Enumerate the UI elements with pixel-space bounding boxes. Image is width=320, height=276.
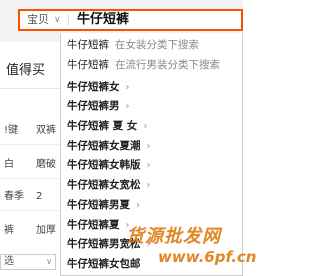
filter-option[interactable]: 春季	[4, 188, 24, 206]
chevron-down-icon: ∨	[46, 257, 52, 266]
sort-select[interactable]: 选 ∨	[0, 254, 56, 270]
filter-option[interactable]: 磨破	[36, 156, 56, 174]
search-box[interactable]: 宝贝 ∨ 牛仔短裤	[18, 9, 243, 31]
filter-option[interactable]: 双裤	[36, 122, 56, 140]
filter-option[interactable]: !键	[4, 122, 18, 140]
filter-option[interactable]: 2	[36, 188, 42, 206]
suggestion-item[interactable]: 牛仔短裤男夏 ›	[61, 195, 242, 215]
filter-row[interactable]: 白 磨破	[0, 156, 66, 174]
suggestion-item[interactable]: 牛仔短裤 在流行男装分类下搜索	[61, 55, 242, 75]
suggestion-item[interactable]: 牛仔短裤女韩版 ›	[61, 155, 242, 175]
divider	[0, 144, 66, 145]
watermark-url: www.6pf.cn	[158, 248, 257, 266]
chevron-right-icon: ›	[125, 82, 130, 93]
suggestion-item[interactable]: 牛仔短裤女宽松 ›	[61, 175, 242, 195]
filter-row[interactable]: !键 双裤	[0, 122, 66, 140]
filter-option[interactable]: 裤	[4, 222, 14, 240]
suggestion-item[interactable]: 牛仔短裤 夏 女 ›	[61, 116, 242, 136]
chevron-right-icon: ›	[146, 160, 151, 171]
suggestion-item[interactable]: 牛仔短裤 在女装分类下搜索	[61, 35, 242, 55]
filter-row[interactable]: 春季 2	[0, 188, 66, 206]
search-input[interactable]: 牛仔短裤	[77, 11, 129, 29]
sort-select-label: 选	[4, 256, 14, 267]
filter-option[interactable]: 加厚	[36, 222, 56, 240]
search-category-label: 宝贝	[27, 13, 49, 26]
category-divider	[68, 14, 69, 26]
suggestion-category-hint: 在女装分类下搜索	[115, 39, 199, 51]
suggestion-item[interactable]: 牛仔短裤女 ›	[61, 77, 242, 97]
suggestion-item[interactable]: 牛仔短裤女夏潮 ›	[61, 136, 242, 156]
watermark-text: 货源批发网	[126, 226, 221, 247]
divider	[0, 178, 66, 179]
search-category-select[interactable]: 宝贝 ∨	[20, 11, 77, 29]
chevron-down-icon: ∨	[54, 15, 61, 25]
chevron-right-icon: ›	[146, 141, 151, 152]
suggestion-item[interactable]: 牛仔短裤男 ›	[61, 96, 242, 116]
suggestion-category-hint: 在流行男装分类下搜索	[115, 59, 220, 71]
chevron-right-icon: ›	[125, 101, 130, 112]
filter-row[interactable]: 裤 加厚	[0, 222, 66, 240]
chevron-right-icon: ›	[143, 121, 148, 132]
chevron-right-icon: ›	[146, 180, 151, 191]
tab-zhidemai[interactable]: 值得买	[0, 60, 66, 82]
divider	[0, 210, 66, 211]
tab-underline	[0, 88, 66, 89]
chevron-right-icon: ›	[136, 200, 140, 211]
filter-option[interactable]: 白	[4, 156, 14, 174]
